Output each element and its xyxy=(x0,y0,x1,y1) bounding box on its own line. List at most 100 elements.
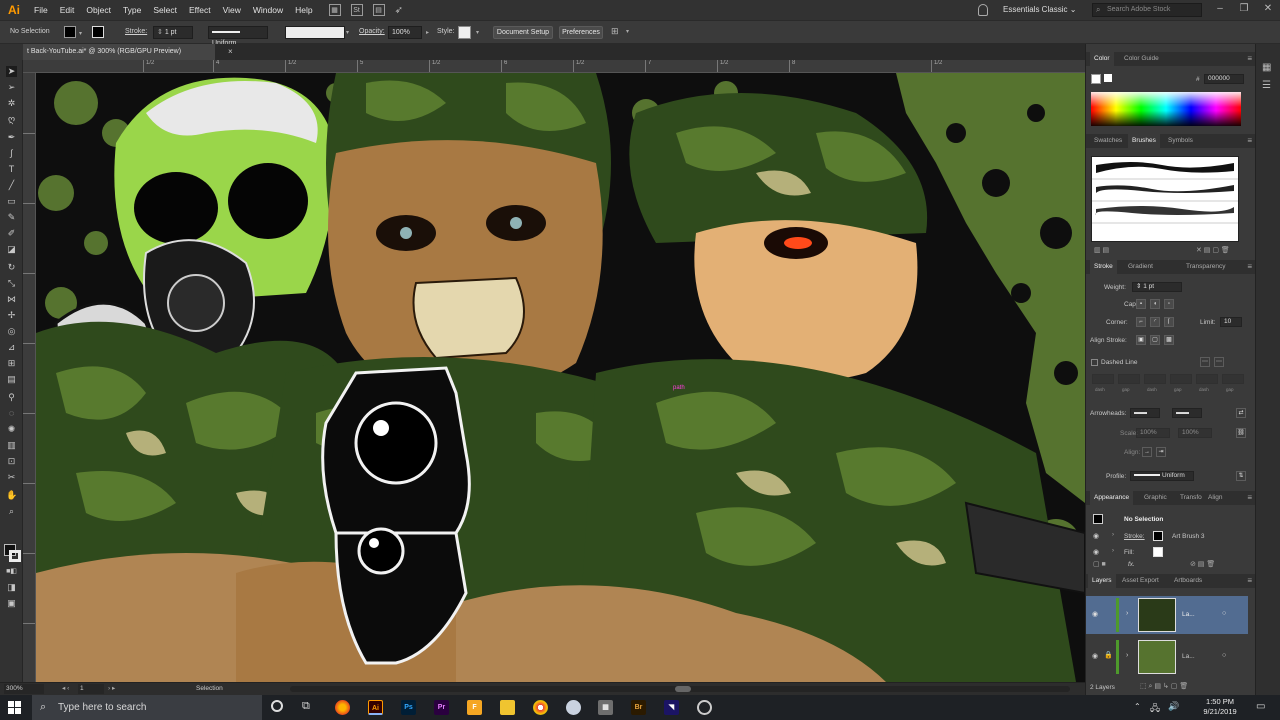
tab-color-guide[interactable]: Color Guide xyxy=(1120,52,1163,66)
dash-field-1[interactable] xyxy=(1092,374,1114,384)
link-scale-icon[interactable]: ⛓ xyxy=(1236,428,1246,438)
appearance-actions-icon[interactable]: ⊘ ▤ 🗑 xyxy=(1190,560,1215,568)
tab-color[interactable]: Color xyxy=(1090,52,1114,66)
tab-appearance[interactable]: Appearance xyxy=(1090,491,1134,505)
tab-swatches[interactable]: Swatches xyxy=(1090,134,1126,148)
menu-object[interactable]: Object xyxy=(80,0,117,20)
bevel-join-icon[interactable]: ⌈ xyxy=(1164,317,1174,327)
line-tool-icon[interactable]: ╱ xyxy=(6,180,17,191)
type-tool-icon[interactable]: T xyxy=(6,164,17,175)
layers-actions-icon[interactable]: ⬚ ⌕ ▤ ↳ ▢ 🗑 xyxy=(1140,682,1188,691)
document-setup-button[interactable]: Document Setup xyxy=(493,26,553,39)
flip-profile-icon[interactable]: ⇅ xyxy=(1236,471,1246,481)
maximize-icon[interactable]: ❐ xyxy=(1238,3,1250,15)
shaper-tool-icon[interactable]: ✐ xyxy=(6,228,17,239)
appearance-stroke-swatch[interactable] xyxy=(1153,531,1163,541)
eraser-tool-icon[interactable]: ◪ xyxy=(6,244,17,255)
end-arrowhead-select[interactable]: ▬▬ xyxy=(1172,408,1202,418)
selection-tool-icon[interactable]: ➤ xyxy=(6,66,17,77)
artboard-canvas[interactable]: path xyxy=(36,73,1085,682)
appearance-stroke-label[interactable]: Stroke: xyxy=(1124,533,1145,540)
fill-none-swatch[interactable] xyxy=(1091,74,1101,84)
align-center-icon[interactable]: ▣ xyxy=(1136,335,1146,345)
eye-icon[interactable]: ◉ xyxy=(1092,652,1098,660)
layer-name[interactable]: La... xyxy=(1182,611,1195,618)
draw-mode-icon[interactable]: ◨ xyxy=(6,582,17,593)
chrome-icon[interactable] xyxy=(533,700,548,715)
opacity-field[interactable]: 100% xyxy=(388,26,422,39)
gap-field-2[interactable] xyxy=(1170,374,1192,384)
gap-field-3[interactable] xyxy=(1222,374,1244,384)
panel-menu-icon[interactable]: ≡ xyxy=(1247,260,1252,274)
tab-asset-export[interactable]: Asset Export xyxy=(1118,574,1163,588)
photoshop-taskbar-icon[interactable]: Ps xyxy=(401,700,416,715)
stroke-swatch[interactable] xyxy=(92,26,104,38)
tab-artboards[interactable]: Artboards xyxy=(1170,574,1206,588)
eye-icon[interactable]: ◉ xyxy=(1093,548,1099,556)
panel-menu-icon[interactable]: ≡ xyxy=(1247,52,1252,66)
document-tab[interactable]: t Back-YouTube.ai* @ 300% (RGB/GPU Previ… xyxy=(23,44,215,60)
start-arrowhead-select[interactable]: ▬▬ xyxy=(1130,408,1160,418)
width-tool-icon[interactable]: ⋈ xyxy=(6,294,17,305)
arrow-tip-end-icon[interactable]: ⇥ xyxy=(1156,447,1166,457)
screen-mode-icon[interactable]: ▣ xyxy=(6,598,17,609)
lightbulb-icon[interactable] xyxy=(978,4,988,16)
artboard-tool-icon[interactable]: ⊡ xyxy=(6,456,17,467)
tab-layers[interactable]: Layers xyxy=(1088,574,1116,588)
scale-tool-icon[interactable]: ⤡ xyxy=(6,278,17,289)
stroke-weight-field[interactable]: ⇕ 1 pt xyxy=(153,26,193,39)
menu-type[interactable]: Type xyxy=(117,0,147,20)
direct-selection-tool-icon[interactable]: ➢ xyxy=(6,82,17,93)
stroke-white-swatch[interactable] xyxy=(1104,74,1112,82)
lasso-tool-icon[interactable]: ღ xyxy=(6,114,17,125)
preferences-button[interactable]: Preferences xyxy=(559,26,603,39)
workspace-switcher[interactable]: Essentials Classic ⌄ xyxy=(1003,3,1079,17)
align-inside-icon[interactable]: ▢ xyxy=(1150,335,1160,345)
calculator-icon[interactable]: ▦ xyxy=(598,700,613,715)
artboard-number-field[interactable]: 1 xyxy=(78,684,104,694)
libraries-icon[interactable]: ▦ xyxy=(1262,62,1271,73)
task-view-icon[interactable]: ⧉ xyxy=(302,700,310,713)
chevron-down-icon[interactable]: ▾ xyxy=(626,28,629,35)
chevron-right-icon[interactable]: › xyxy=(1126,652,1128,659)
close-window-icon[interactable]: ✕ xyxy=(1262,3,1274,15)
brush-library-list[interactable] xyxy=(1091,156,1239,242)
illustrator-taskbar-icon[interactable]: Ai xyxy=(368,700,383,715)
paintbrush-tool-icon[interactable]: ✎ xyxy=(6,212,17,223)
menu-select[interactable]: Select xyxy=(147,0,183,20)
search-stock-input[interactable]: Search Adobe Stock xyxy=(1092,3,1202,17)
tab-symbols[interactable]: Symbols xyxy=(1164,134,1197,148)
opacity-label[interactable]: Opacity: xyxy=(359,28,385,35)
taskbar-app-icon[interactable] xyxy=(566,700,581,715)
swap-arrowheads-icon[interactable]: ⇄ xyxy=(1236,408,1246,418)
menu-file[interactable]: File xyxy=(28,0,54,20)
chevron-down-icon[interactable]: ▾ xyxy=(346,29,349,36)
weight-field[interactable]: ⇕ 1 pt xyxy=(1132,282,1182,292)
miter-join-icon[interactable]: ⌐ xyxy=(1136,317,1146,327)
tab-brushes[interactable]: Brushes xyxy=(1128,134,1160,148)
eye-icon[interactable]: ◉ xyxy=(1093,532,1099,540)
chevron-right-icon[interactable]: › xyxy=(1112,548,1114,554)
bridge-launch-icon[interactable]: ▦ xyxy=(328,4,341,16)
dash-field-2[interactable] xyxy=(1144,374,1166,384)
magic-wand-tool-icon[interactable]: ✲ xyxy=(6,98,17,109)
menu-help[interactable]: Help xyxy=(289,0,318,20)
horizontal-scrollbar[interactable] xyxy=(290,686,1070,692)
system-clock[interactable]: 1:50 PM 9/21/2019 xyxy=(1196,697,1244,717)
scrollbar-thumb[interactable] xyxy=(675,686,691,692)
panel-menu-icon[interactable]: ≡ xyxy=(1247,574,1252,588)
volume-icon[interactable]: 🔊 xyxy=(1168,701,1179,712)
obs-icon[interactable] xyxy=(697,700,712,715)
panel-menu-icon[interactable]: ≡ xyxy=(1247,491,1252,505)
add-effect-button[interactable]: fx. xyxy=(1128,561,1135,568)
chevron-right-icon[interactable]: › xyxy=(1112,532,1114,538)
projecting-cap-icon[interactable]: ▫ xyxy=(1164,299,1174,309)
stroke-color-icon[interactable] xyxy=(9,550,21,562)
puppet-warp-tool-icon[interactable]: ✢ xyxy=(6,310,17,321)
limit-field[interactable]: 10 xyxy=(1220,317,1242,327)
graph-tool-icon[interactable]: ▥ xyxy=(6,440,17,451)
color-spectrum[interactable] xyxy=(1091,92,1241,126)
properties-icon[interactable]: ☰ xyxy=(1262,80,1271,91)
eyedropper-tool-icon[interactable]: ⚲ xyxy=(6,392,17,403)
menu-view[interactable]: View xyxy=(217,0,247,20)
